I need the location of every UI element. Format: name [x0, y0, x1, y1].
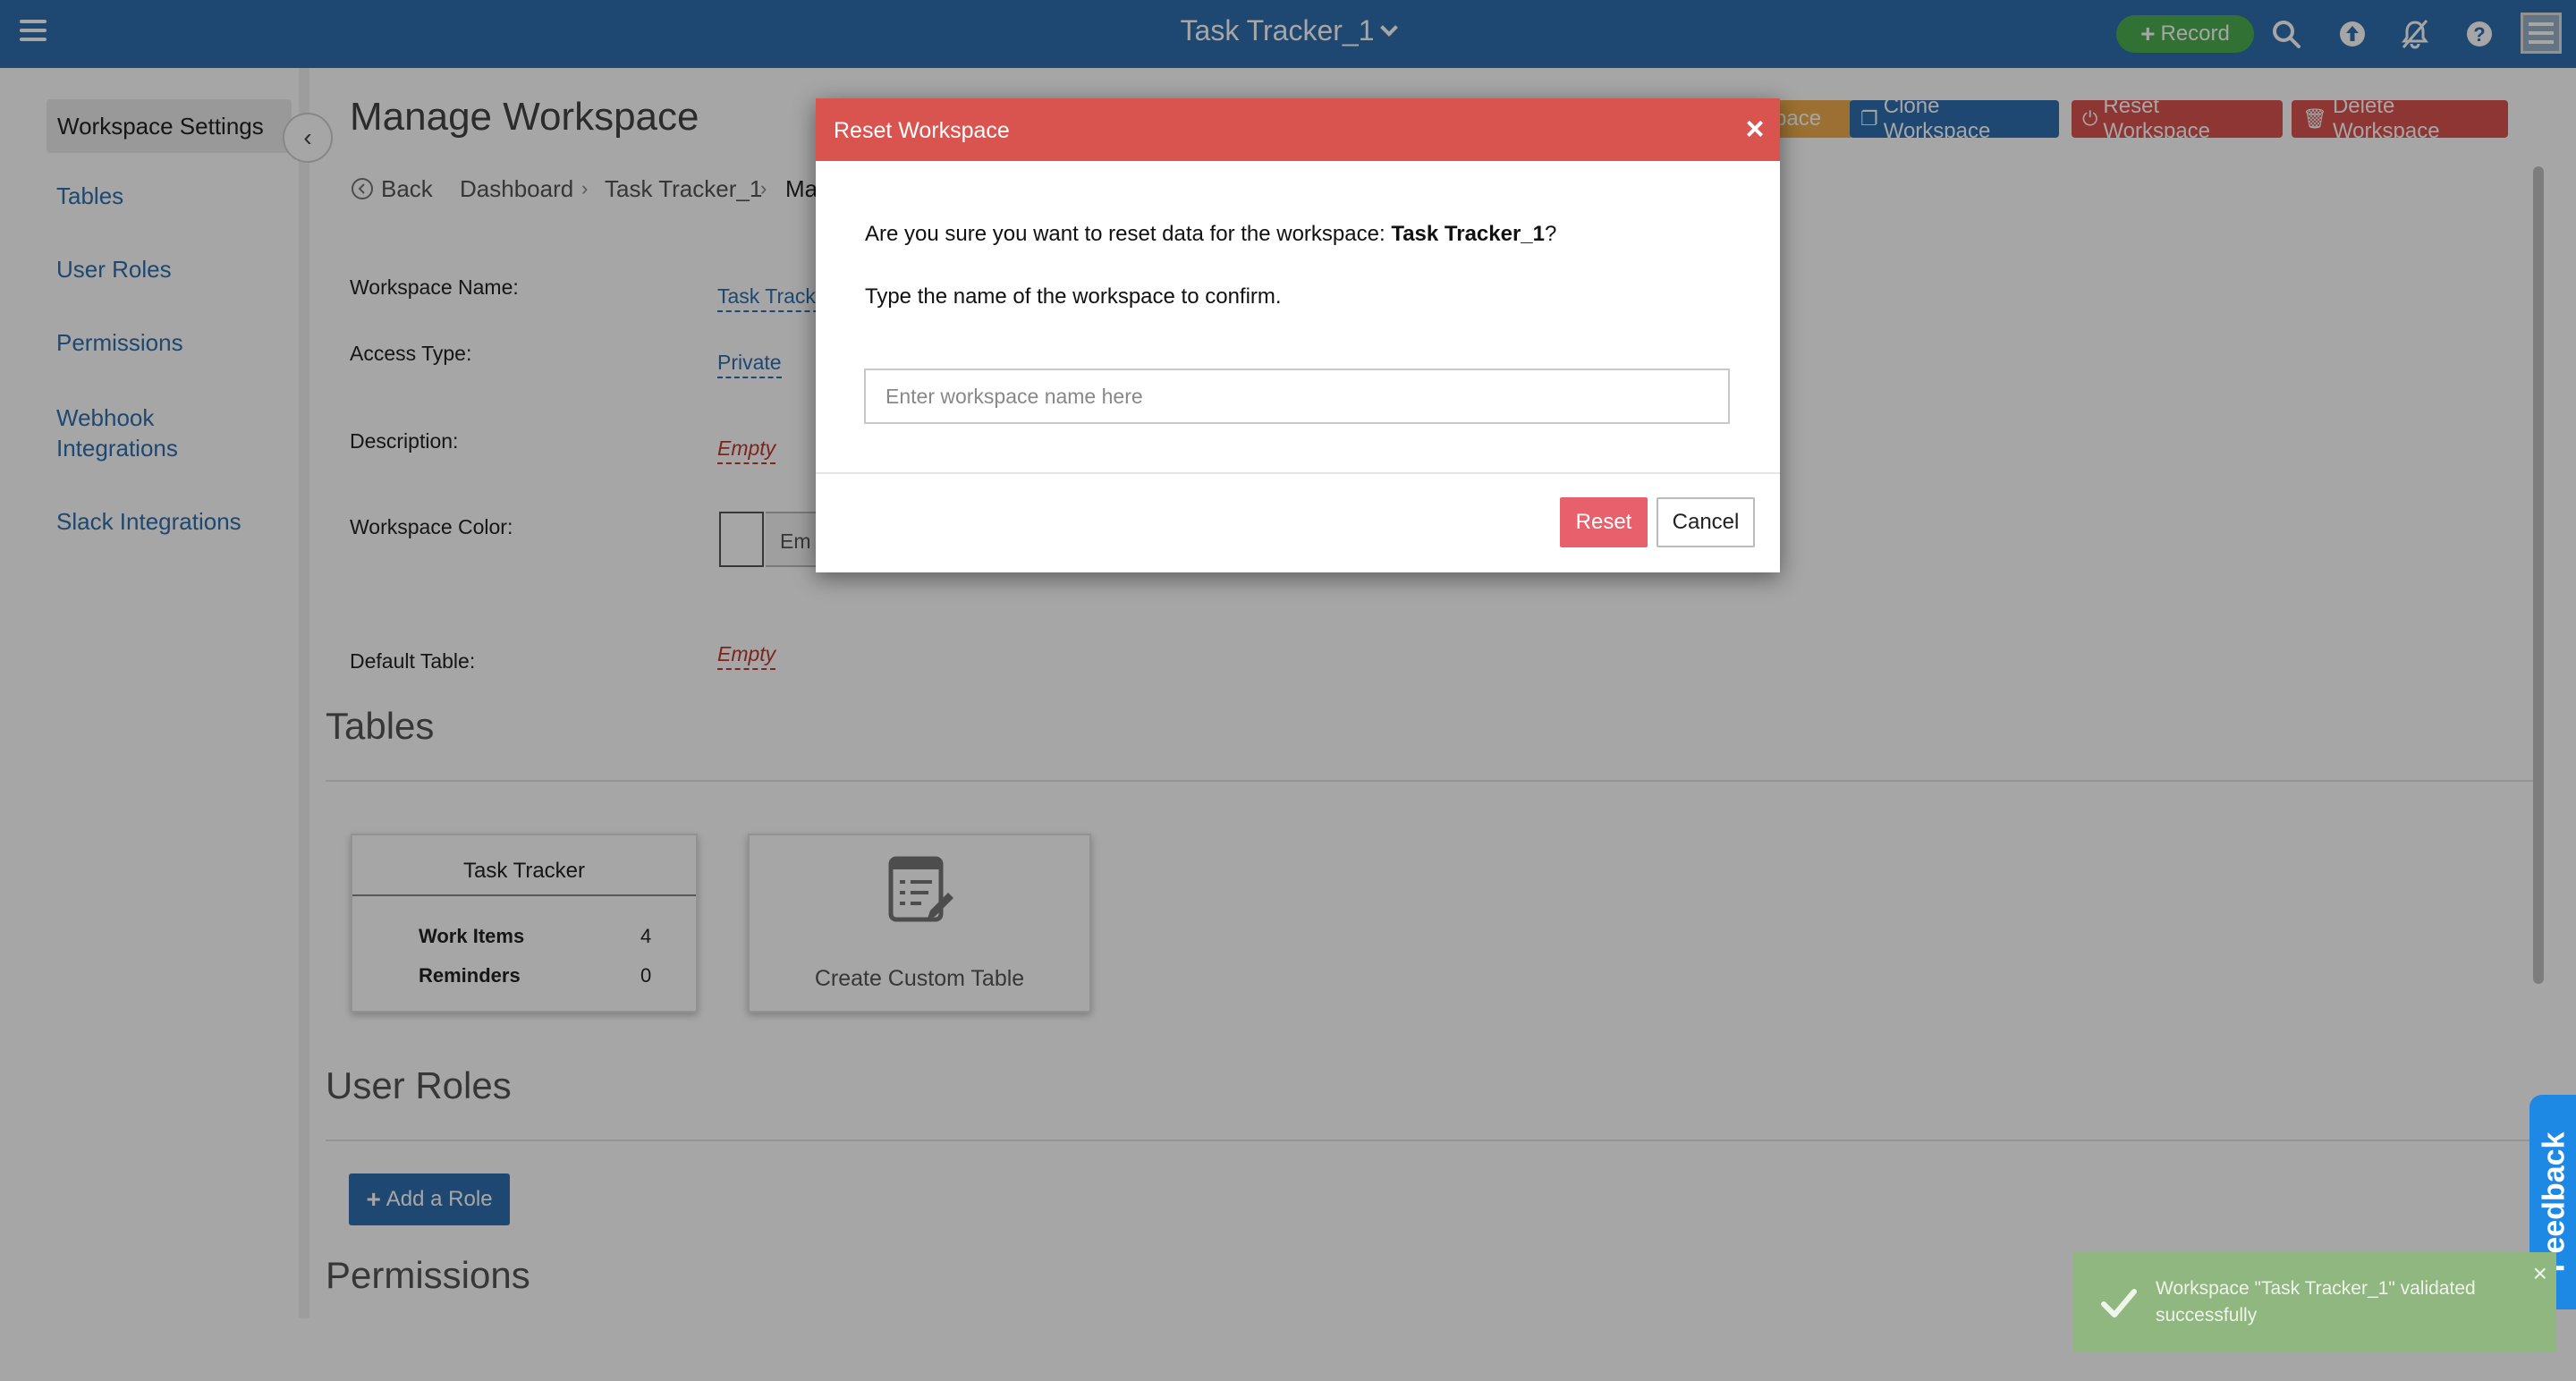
checkmark-icon [2101, 1289, 2137, 1317]
close-icon[interactable]: × [1739, 113, 1771, 145]
modal-title: Reset Workspace [834, 118, 1010, 143]
close-icon[interactable]: × [2533, 1259, 2547, 1288]
workspace-name-confirm-input[interactable] [864, 369, 1730, 424]
success-toast: Workspace "Task Tracker_1" validated suc… [2073, 1252, 2556, 1352]
confirmation-suffix: ? [1545, 222, 1557, 246]
reset-workspace-modal: Reset Workspace × Are you sure you want … [816, 98, 1780, 572]
toast-message: Workspace "Task Tracker_1" validated suc… [2156, 1278, 2476, 1326]
confirmation-text: Are you sure you want to reset data for … [865, 222, 1392, 246]
modal-header: Reset Workspace [816, 98, 1780, 161]
confirmation-workspace-name: Task Tracker_1 [1391, 222, 1546, 246]
modal-footer-divider [816, 472, 1780, 474]
feedback-label: Feedback [2537, 1131, 2572, 1273]
cancel-button[interactable]: Cancel [1657, 497, 1755, 547]
reset-button[interactable]: Reset [1560, 497, 1648, 547]
confirmation-instruction: Type the name of the workspace to confir… [865, 284, 1282, 309]
confirmation-question: Are you sure you want to reset data for … [865, 222, 1556, 247]
